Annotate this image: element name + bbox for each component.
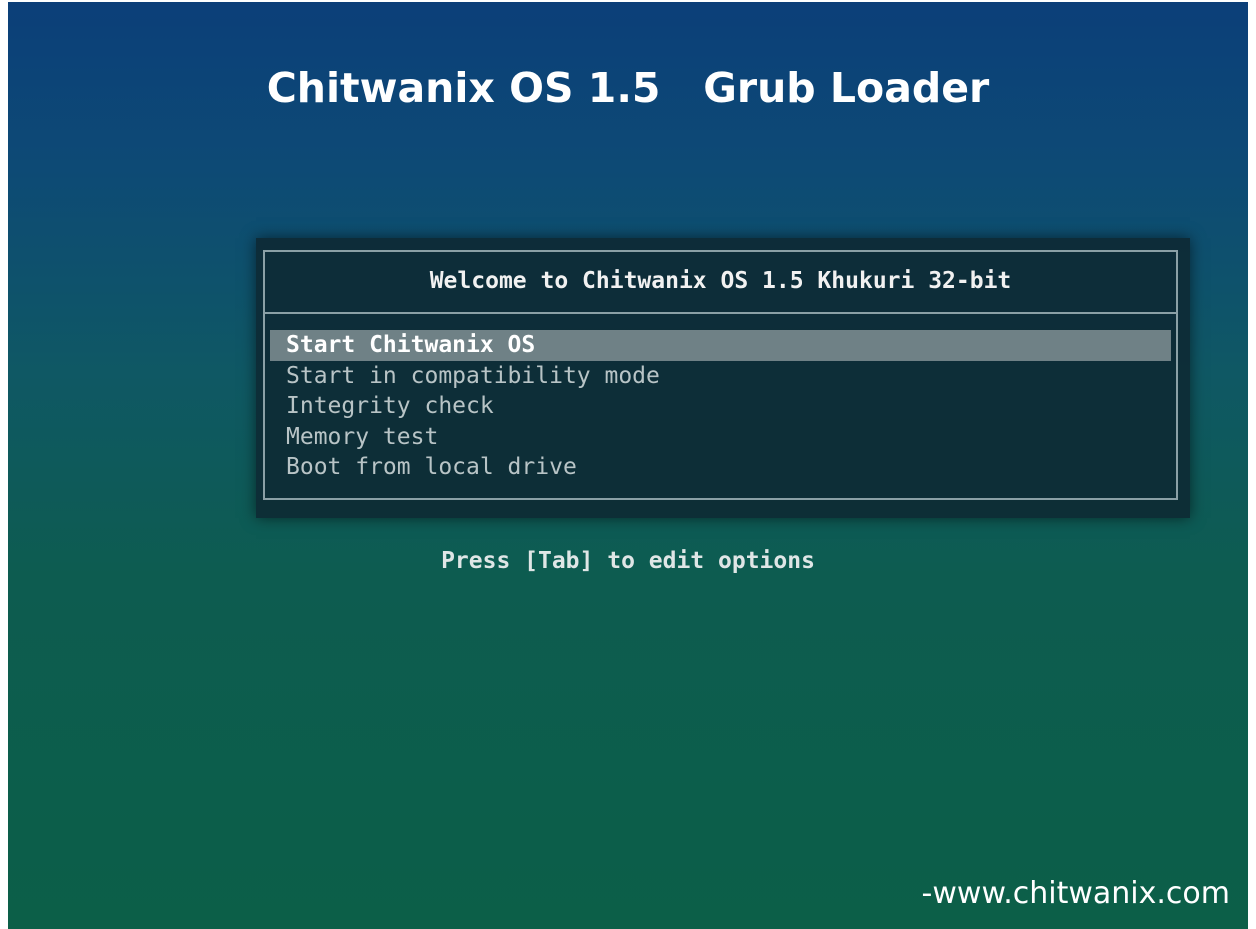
menu-item-boot-local-drive[interactable]: Boot from local drive [270,452,1171,483]
boot-menu-frame: Welcome to Chitwanix OS 1.5 Khukuri 32-b… [263,250,1178,500]
menu-item-memory-test[interactable]: Memory test [270,422,1171,453]
menu-item-start-chitwanix[interactable]: Start Chitwanix OS [270,330,1171,361]
boot-menu-list: Start Chitwanix OS Start in compatibilit… [270,330,1171,483]
website-url: -www.chitwanix.com [921,876,1230,911]
menu-item-integrity-check[interactable]: Integrity check [270,391,1171,422]
edit-options-hint: Press [Tab] to edit options [441,548,815,574]
boot-menu-divider [265,312,1176,314]
page-title: Chitwanix OS 1.5 Grub Loader [266,64,990,112]
menu-item-compatibility-mode[interactable]: Start in compatibility mode [270,361,1171,392]
boot-screen: Chitwanix OS 1.5 Grub Loader Welcome to … [8,2,1248,929]
boot-menu-header: Welcome to Chitwanix OS 1.5 Khukuri 32-b… [429,268,1012,294]
boot-menu: Welcome to Chitwanix OS 1.5 Khukuri 32-b… [256,238,1190,518]
